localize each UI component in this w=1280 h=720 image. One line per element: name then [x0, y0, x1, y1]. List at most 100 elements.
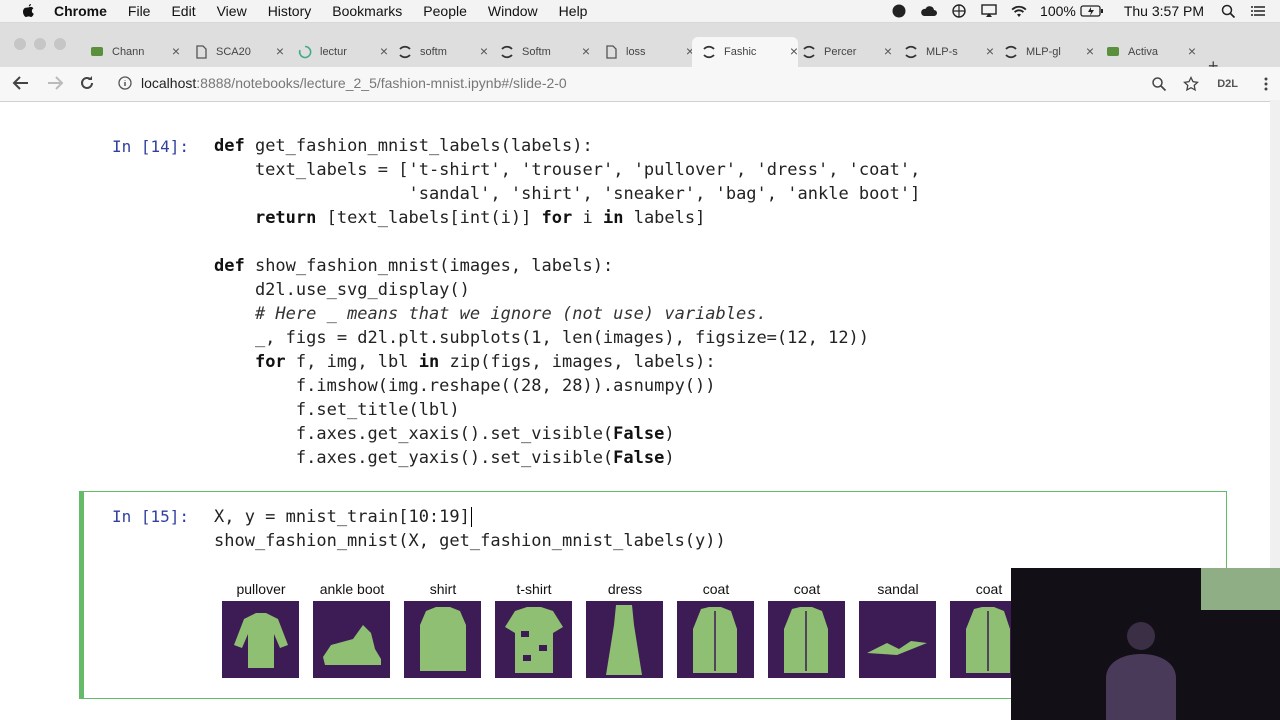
battery-percent: 100% [1040, 3, 1076, 19]
cell-15-line-1[interactable]: X, y = mnist_train[10:19] [214, 507, 483, 527]
tab-0[interactable]: Chann × [90, 37, 180, 67]
menu-edit[interactable]: Edit [171, 3, 195, 19]
close-tab-icon[interactable]: × [380, 43, 388, 59]
menu-people[interactable]: People [423, 3, 467, 19]
globe-icon[interactable] [950, 4, 968, 18]
tab-1[interactable]: SCA20 × [194, 37, 284, 67]
image-title: dress [607, 581, 643, 597]
zoom-icon[interactable] [1151, 76, 1167, 92]
keyword: def [214, 256, 245, 276]
close-tab-icon[interactable]: × [172, 43, 180, 59]
close-tab-icon[interactable]: × [884, 43, 892, 59]
string-literal: 'bag' [715, 184, 767, 204]
tab-9[interactable]: MLP-gl × [1004, 37, 1094, 67]
string-literal: 'pullover' [633, 160, 737, 180]
string-literal: 't-shirt' [408, 160, 501, 180]
cell-15-prompt: In [15]: [112, 507, 190, 526]
tab-4[interactable]: Softm × [500, 37, 590, 67]
reload-button[interactable] [78, 74, 96, 97]
tab-3[interactable]: softm × [398, 37, 488, 67]
github-icon[interactable] [890, 4, 908, 18]
menu-help[interactable]: Help [559, 3, 588, 19]
code-line: return [text_labels[int(i)] for i in lab… [214, 208, 705, 228]
menu-bookmarks[interactable]: Bookmarks [332, 3, 402, 19]
comment: # Here _ means that we ignore (not use) … [254, 304, 767, 324]
tab-label: lectur [320, 46, 347, 58]
battery-charging-icon[interactable] [1080, 4, 1104, 18]
arrow-right-icon [48, 76, 64, 90]
close-tab-icon[interactable]: × [582, 43, 590, 59]
code-text: f, img, lbl [285, 352, 419, 372]
close-tab-icon[interactable]: × [986, 43, 994, 59]
tab-6[interactable]: Fashic × [692, 37, 798, 67]
forward-button[interactable] [46, 74, 64, 97]
close-tab-icon[interactable]: × [276, 43, 284, 59]
close-tab-icon[interactable]: × [1086, 43, 1094, 59]
notification-center-icon[interactable] [1250, 4, 1268, 18]
code-text: show_fashion_mnist(images, labels): [244, 256, 614, 276]
address-bar[interactable]: localhost:8888/notebooks/lecture_2_5/fas… [141, 75, 567, 91]
fashion-image-ankle-boot [313, 601, 390, 678]
code-line: def get_fashion_mnist_labels(labels): [214, 136, 593, 156]
code-text: , [500, 160, 522, 180]
code-line: f.axes.get_yaxis().set_visible(False) [214, 448, 675, 468]
back-button[interactable] [12, 74, 30, 97]
close-tab-icon[interactable]: × [480, 43, 488, 59]
code-text: , [582, 184, 603, 204]
tab-label: Chann [112, 46, 145, 58]
tab-8[interactable]: MLP-s × [904, 37, 994, 67]
fashion-image-dress [586, 601, 663, 678]
tab-7[interactable]: Percer × [802, 37, 892, 67]
menu-history[interactable]: History [268, 3, 312, 19]
code-text: , [695, 184, 716, 204]
search-icon[interactable] [1220, 4, 1238, 18]
tab-2[interactable]: lectur × [298, 37, 388, 67]
document-icon [604, 45, 618, 59]
cell-15-line-2[interactable]: show_fashion_mnist(X, get_fashion_mnist_… [214, 531, 726, 551]
scrollbar[interactable] [1270, 100, 1280, 570]
tab-5[interactable]: loss × [604, 37, 694, 67]
close-tab-icon[interactable]: × [1188, 43, 1196, 59]
tab-label: Fashic [724, 46, 757, 58]
code-text: _, figs = d2l.plt.subplots(1, len(images… [214, 328, 870, 348]
apple-icon[interactable] [20, 3, 36, 19]
code-text: ] [910, 184, 921, 204]
code-line: f.imshow(img.reshape((28, 28)).asnumpy()… [214, 376, 716, 396]
jupyter-icon [398, 45, 412, 59]
airplay-icon[interactable] [980, 4, 998, 18]
jupyter-icon [1004, 45, 1018, 59]
macos-menu-bar: Chrome File Edit View History Bookmarks … [0, 0, 1280, 23]
close-window-button[interactable] [14, 38, 26, 50]
tab-label: MLP-gl [1026, 46, 1061, 58]
more-menu-icon[interactable] [1264, 76, 1268, 92]
url-host: localhost [141, 75, 197, 91]
loading-icon [298, 45, 312, 59]
tab-10[interactable]: Activa × [1106, 37, 1196, 67]
code-line: f.set_title(lbl) [214, 400, 460, 420]
code-line: f.axes.get_xaxis().set_visible(False) [214, 424, 675, 444]
cloud-upload-icon[interactable] [920, 4, 938, 18]
d2l-extension-button[interactable]: D2L [1217, 78, 1238, 90]
bookmark-star-icon[interactable] [1183, 76, 1200, 92]
string-literal: 'sneaker' [602, 184, 696, 204]
code-text: X, y = mnist_train[10:19] [214, 507, 470, 527]
close-tab-icon[interactable]: × [790, 43, 798, 59]
keyword: for [254, 352, 286, 372]
menu-window[interactable]: Window [488, 3, 538, 19]
info-icon[interactable] [118, 76, 132, 90]
menu-view[interactable]: View [217, 3, 247, 19]
menu-chrome[interactable]: Chrome [54, 3, 107, 19]
tab-label: MLP-s [926, 46, 958, 58]
clock[interactable]: Thu 3:57 PM [1124, 3, 1204, 19]
browser-toolbar: localhost:8888/notebooks/lecture_2_5/fas… [0, 67, 1280, 102]
minimize-window-button[interactable] [34, 38, 46, 50]
zoom-window-button[interactable] [54, 38, 66, 50]
string-literal: 'trouser' [521, 160, 614, 180]
reload-icon [81, 76, 93, 89]
menu-file[interactable]: File [128, 3, 151, 19]
webcam-overlay [1011, 568, 1280, 720]
wifi-icon[interactable] [1010, 4, 1028, 18]
code-text: labels] [623, 208, 706, 228]
keyword: False [613, 424, 665, 444]
